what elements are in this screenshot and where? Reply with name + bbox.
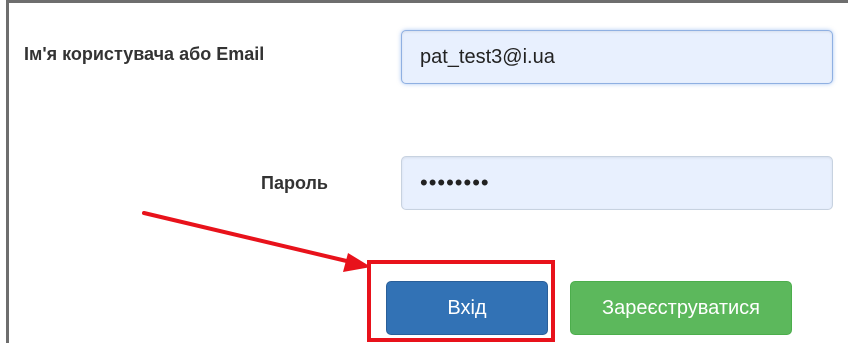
register-button[interactable]: Зареєструватися bbox=[570, 281, 792, 335]
username-input[interactable] bbox=[401, 30, 833, 84]
frame-top-border bbox=[6, 0, 848, 3]
frame-left-border bbox=[6, 0, 9, 343]
password-input[interactable] bbox=[401, 156, 833, 210]
arrow-shaft bbox=[142, 211, 357, 265]
password-label: Пароль bbox=[261, 173, 328, 193]
login-highlight-box bbox=[367, 260, 555, 342]
username-label: Ім'я користувача або Email bbox=[24, 44, 265, 64]
